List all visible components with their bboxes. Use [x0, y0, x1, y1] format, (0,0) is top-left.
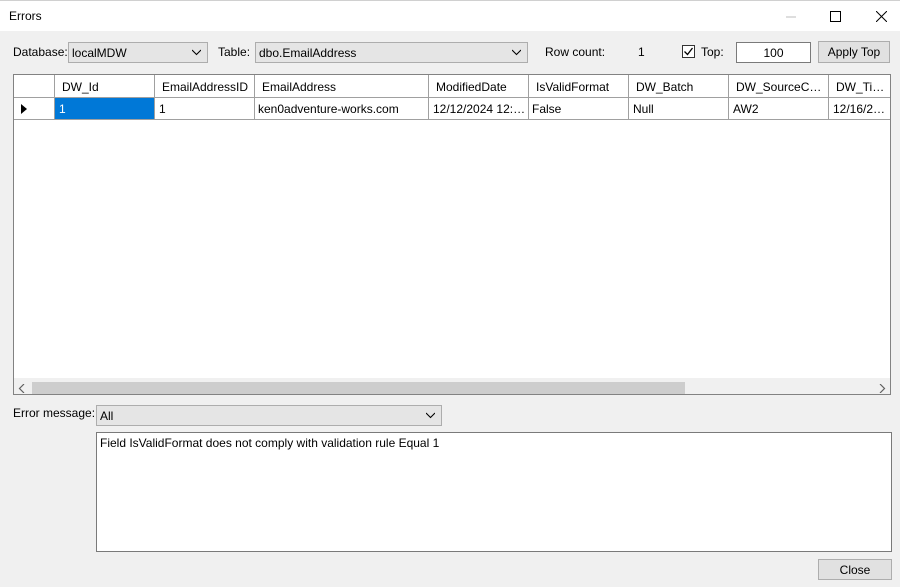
- column-header[interactable]: IsValidFormat: [529, 75, 629, 97]
- top-checkbox[interactable]: [682, 45, 695, 58]
- database-label: Database:: [13, 45, 68, 59]
- scrollbar-thumb[interactable]: [32, 382, 685, 394]
- table-select[interactable]: dbo.EmailAddress: [255, 42, 528, 63]
- grid-header-row: DW_Id EmailAddressID EmailAddress Modifi…: [14, 75, 890, 98]
- column-header[interactable]: DW_SourceCode: [729, 75, 829, 97]
- chevron-down-icon: [512, 49, 521, 56]
- column-header[interactable]: DW_TimeS: [829, 75, 890, 97]
- title-bar: Errors: [0, 0, 900, 31]
- column-header[interactable]: EmailAddressID: [155, 75, 255, 97]
- horizontal-scrollbar[interactable]: [14, 378, 890, 394]
- database-value: localMDW: [72, 46, 127, 60]
- rowcount-value: 1: [638, 45, 645, 59]
- column-header[interactable]: EmailAddress: [255, 75, 429, 97]
- maximize-icon: [829, 11, 841, 22]
- database-select[interactable]: localMDW: [68, 42, 208, 63]
- table-value: dbo.EmailAddress: [259, 46, 357, 60]
- scroll-right-icon[interactable]: [878, 384, 886, 393]
- close-window-button[interactable]: [858, 2, 900, 31]
- rowcount-label: Row count:: [545, 45, 606, 59]
- table-cell[interactable]: 12/16/2024: [829, 98, 890, 119]
- row-header-corner: [14, 75, 55, 97]
- close-button[interactable]: Close: [818, 559, 892, 580]
- table-cell[interactable]: 1: [155, 98, 255, 119]
- data-grid[interactable]: DW_Id EmailAddressID EmailAddress Modifi…: [13, 74, 891, 395]
- error-message-textarea[interactable]: Field IsValidFormat does not comply with…: [96, 432, 892, 552]
- top-input[interactable]: 100: [736, 42, 811, 63]
- column-header[interactable]: ModifiedDate: [429, 75, 529, 97]
- error-filter-value: All: [100, 409, 114, 423]
- scroll-left-icon[interactable]: [18, 384, 26, 393]
- chevron-down-icon: [192, 49, 201, 56]
- window-title: Errors: [9, 9, 42, 23]
- minimize-button[interactable]: [768, 2, 814, 31]
- chevron-down-icon: [426, 412, 435, 419]
- error-message-label: Error message:: [13, 406, 96, 420]
- column-header[interactable]: DW_Id: [55, 75, 155, 97]
- table-cell[interactable]: AW2: [729, 98, 829, 119]
- close-icon: [875, 11, 887, 22]
- table-row[interactable]: 1 1 ken0adventure-works.com 12/12/2024 1…: [14, 98, 890, 120]
- table-cell[interactable]: ken0adventure-works.com: [255, 98, 429, 119]
- top-label: Top:: [701, 45, 724, 59]
- column-header[interactable]: DW_Batch: [629, 75, 729, 97]
- table-cell[interactable]: Null: [629, 98, 729, 119]
- table-cell[interactable]: False: [529, 98, 629, 119]
- row-selector[interactable]: [14, 98, 55, 119]
- minimize-icon: [786, 16, 796, 17]
- current-row-icon: [21, 104, 27, 114]
- table-label: Table:: [218, 45, 251, 59]
- error-filter-select[interactable]: All: [96, 405, 442, 426]
- checkmark-icon: [684, 47, 694, 56]
- apply-top-button[interactable]: Apply Top: [818, 41, 890, 63]
- maximize-button[interactable]: [812, 2, 858, 31]
- table-cell[interactable]: 12/12/2024 12:0...: [429, 98, 529, 119]
- table-cell[interactable]: 1: [55, 98, 155, 119]
